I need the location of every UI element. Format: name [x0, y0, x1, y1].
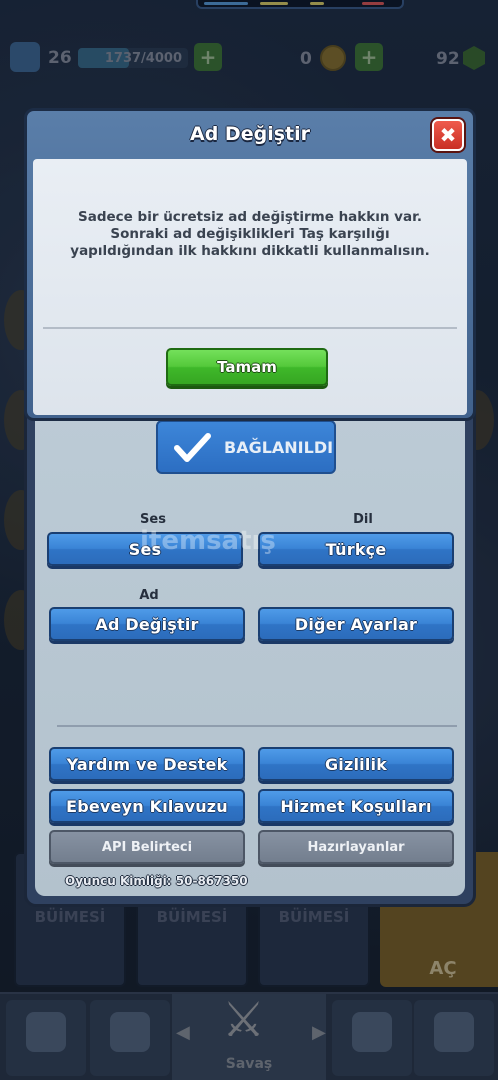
settings-body: BAĞLANILDI Ses Dil Ses Türkçe Ad Ad Deği…: [35, 398, 465, 896]
sound-heading: Ses: [140, 512, 166, 527]
name-heading: Ad: [139, 588, 159, 603]
dialog-title: Ad Değiştir: [190, 123, 310, 145]
privacy-button[interactable]: Gizlilik: [258, 747, 454, 781]
watermark: itemsatış: [140, 526, 276, 556]
language-heading: Dil: [353, 512, 373, 527]
dialog-body: Sadece bir ücretsiz ad değiştirme hakkın…: [33, 159, 467, 415]
other-settings-button[interactable]: Diğer Ayarlar: [258, 607, 454, 641]
dialog-divider: [43, 327, 457, 329]
credits-button[interactable]: Hazırlayanlar: [258, 830, 454, 864]
terms-of-service-button[interactable]: Hizmet Koşulları: [258, 789, 454, 823]
close-icon: ✖: [439, 123, 457, 147]
change-name-dialog: Ad Değiştir ✖ Sadece bir ücretsiz ad değ…: [24, 108, 476, 421]
connected-button[interactable]: BAĞLANILDI: [156, 420, 336, 474]
player-id: Oyuncu Kimliği: 50-867350: [65, 874, 248, 888]
divider: [57, 725, 457, 727]
close-button[interactable]: ✖: [432, 119, 464, 151]
settings-panel: BAĞLANILDI Ses Dil Ses Türkçe Ad Ad Deği…: [24, 395, 476, 907]
change-name-button[interactable]: Ad Değiştir: [49, 607, 245, 641]
parents-guide-button[interactable]: Ebeveyn Kılavuzu: [49, 789, 245, 823]
language-button[interactable]: Türkçe: [258, 532, 454, 566]
api-token-button[interactable]: API Belirteci: [49, 830, 245, 864]
checkmark-icon: [174, 433, 211, 462]
dialog-message: Sadece bir ücretsiz ad değiştirme hakkın…: [70, 209, 430, 259]
ok-button[interactable]: Tamam: [166, 348, 328, 386]
help-support-button[interactable]: Yardım ve Destek: [49, 747, 245, 781]
connected-label: BAĞLANILDI: [224, 437, 334, 457]
